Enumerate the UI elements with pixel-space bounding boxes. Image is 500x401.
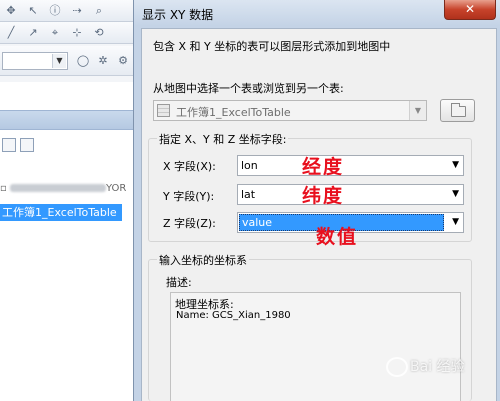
crs-name: Name: GCS_Xian_1980 [176, 310, 291, 321]
background-combo[interactable]: ▼ [2, 52, 68, 70]
intro-text: 包含 X 和 Y 坐标的表可以图层形式添加到地图中 [153, 40, 391, 53]
chevron-down-icon: ▼ [409, 101, 426, 120]
path-suffix: YOR [105, 183, 127, 194]
find-icon[interactable]: ⌕ [92, 4, 106, 18]
watermark-text: Bai 经验 [410, 359, 465, 375]
y-field-label: Y 字段(Y): [163, 190, 215, 203]
y-field-select[interactable]: lat ▼ [237, 184, 464, 205]
pan-icon[interactable]: ✥ [4, 4, 18, 18]
description-label: 描述: [166, 276, 192, 289]
dialog-titlebar[interactable]: 显示 XY 数据 ✕ [134, 0, 500, 26]
rotate-icon[interactable]: ⟲ [92, 26, 106, 40]
baidu-watermark-logo: Bai 经验 [386, 356, 465, 377]
selected-layer-item[interactable]: 工作簿1_ExcelToTable [0, 204, 122, 221]
table-select[interactable]: 工作簿1_ExcelToTable ▼ [153, 100, 427, 121]
x-field-value: lon [241, 159, 258, 172]
choose-table-label: 从地图中选择一个表或浏览到另一个表: [153, 82, 344, 95]
fields-group-title: 指定 X、Y 和 Z 坐标字段: [157, 131, 289, 147]
paw-icon [386, 357, 408, 377]
circle-icon[interactable]: ◯ [76, 54, 90, 68]
chevron-down-icon: ▼ [452, 217, 459, 227]
background-arcmap-window: ✥ ↖ ⓘ ⇢ ⌕ ╱ ↗ ⌖ ⊹ ⟲ ▼ ◯ ✲ ⚙ ▫ YOR 工作簿1_E… [0, 0, 140, 401]
edit-line-icon[interactable]: ╱ [4, 26, 18, 40]
z-field-label: Z 字段(Z): [163, 217, 216, 230]
vertex-icon[interactable]: ⌖ [48, 26, 62, 40]
layer-source-path: ▫ YOR [0, 183, 127, 194]
table-value: 工作簿1_ExcelToTable [176, 106, 291, 119]
background-toolbar-3: ▼ ◯ ✲ ⚙ [0, 46, 140, 76]
y-field-annotation: 纬度 [302, 185, 345, 207]
browse-button[interactable] [440, 99, 475, 122]
x-field-label: X 字段(X): [163, 160, 216, 173]
close-icon: ✕ [464, 2, 476, 16]
dialog-title: 显示 XY 数据 [142, 8, 214, 22]
sketch-icon[interactable]: ↗ [26, 26, 40, 40]
identify-icon[interactable]: ⓘ [48, 4, 62, 18]
chevron-down-icon: ▼ [452, 160, 459, 170]
crs-description-box: 地理坐标系: Name: GCS_Xian_1980 [170, 292, 461, 401]
list-by-drawing-order-icon[interactable] [2, 138, 16, 152]
table-icon [157, 104, 170, 117]
crs-group-title: 输入坐标的坐标系 [157, 252, 249, 268]
settings-icon[interactable]: ⚙ [116, 54, 130, 68]
toc-header [0, 110, 140, 130]
background-toolbar-1: ✥ ↖ ⓘ ⇢ ⌕ [0, 0, 140, 22]
chevron-down-icon: ▼ [52, 54, 66, 68]
split-icon[interactable]: ⊹ [70, 26, 84, 40]
list-by-source-icon[interactable] [20, 138, 34, 152]
z-field-annotation: 数值 [316, 226, 359, 248]
measure-icon[interactable]: ⇢ [70, 4, 84, 18]
chevron-down-icon: ▼ [452, 189, 459, 199]
background-toolbar-2: ╱ ↗ ⌖ ⊹ ⟲ [0, 22, 140, 44]
select-icon[interactable]: ↖ [26, 4, 40, 18]
x-field-annotation: 经度 [302, 156, 345, 178]
close-button[interactable]: ✕ [444, 0, 496, 20]
x-field-select[interactable]: lon ▼ [237, 155, 464, 176]
gear-icon[interactable]: ✲ [96, 54, 110, 68]
folder-open-icon [451, 103, 466, 117]
y-field-value: lat [241, 188, 256, 201]
